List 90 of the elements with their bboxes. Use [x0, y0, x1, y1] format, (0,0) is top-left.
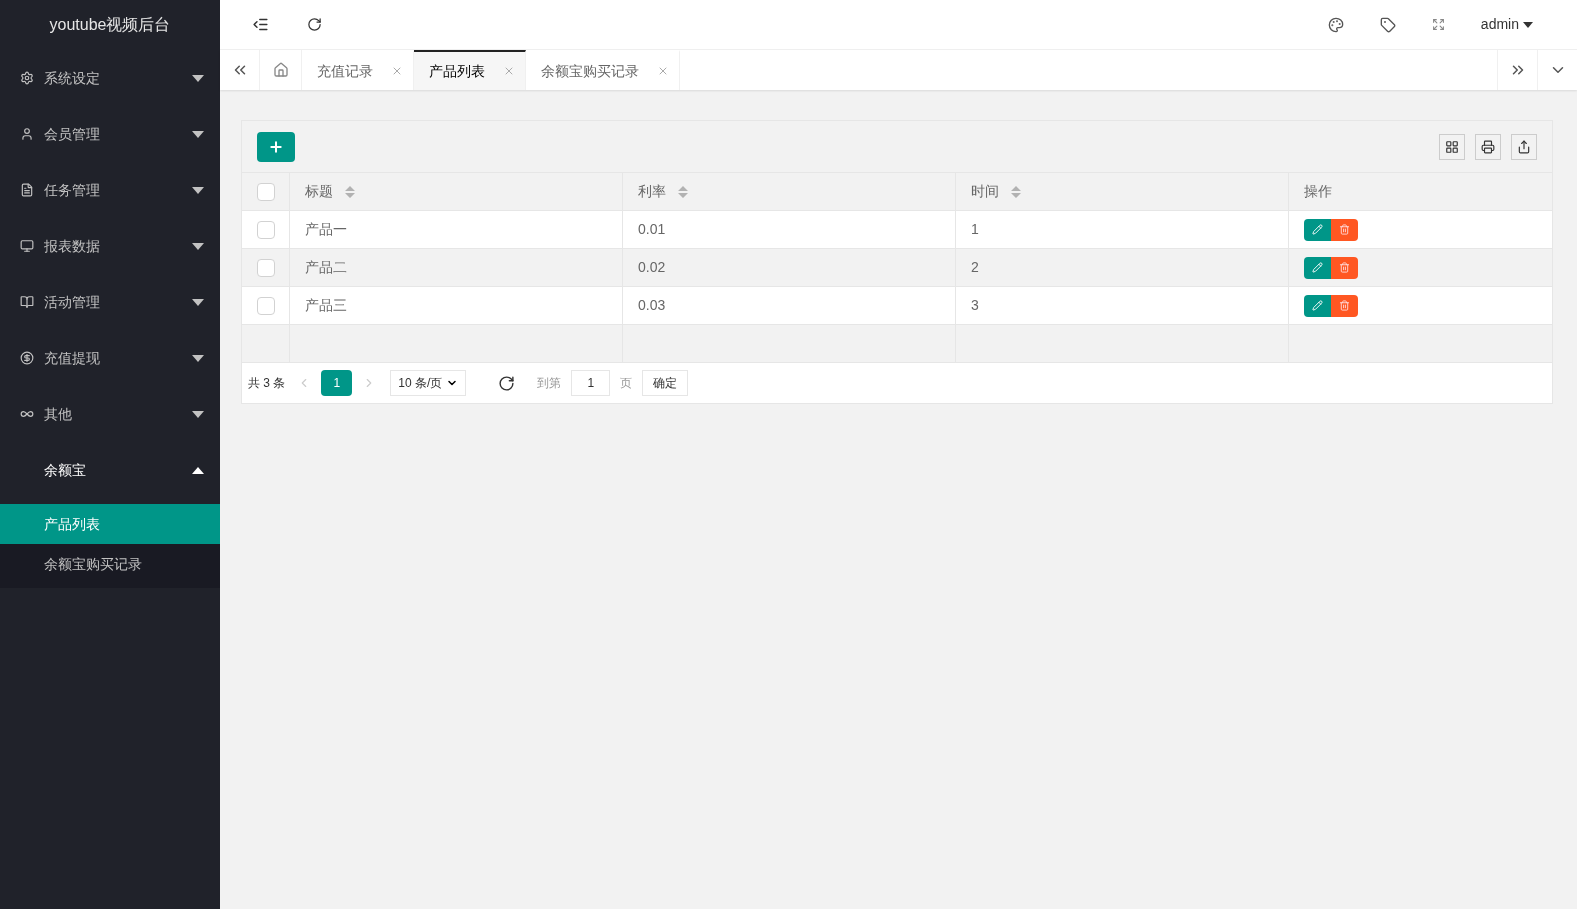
page-button[interactable]: 1 — [321, 370, 353, 396]
fullscreen-icon — [1431, 18, 1445, 31]
column-header[interactable]: 利率 — [623, 173, 956, 211]
menu-icon — [20, 183, 34, 197]
plus-icon — [268, 138, 284, 155]
caret-down-icon — [192, 130, 204, 138]
column-header[interactable]: 标题 — [290, 173, 623, 211]
table-cell: 产品三 — [290, 287, 623, 325]
caret-down-icon — [192, 74, 204, 82]
trash-icon — [1339, 300, 1350, 311]
sidebar-item[interactable]: 报表数据 — [0, 218, 220, 274]
caret-down-icon — [192, 298, 204, 306]
submenu-item[interactable]: 余额宝购买记录 — [0, 544, 220, 584]
page-unit: 页 — [620, 375, 633, 392]
column-header: 操作 — [1289, 173, 1552, 211]
sidebar-item[interactable]: 会员管理 — [0, 106, 220, 162]
sidebar-item[interactable]: 系统设定 — [0, 50, 220, 106]
refresh-icon — [498, 374, 516, 392]
refresh-icon — [307, 17, 322, 32]
menu-icon — [20, 239, 34, 253]
menu-icon — [20, 71, 34, 85]
sidebar-item[interactable]: 其他 — [0, 386, 220, 442]
table-cell: 产品一 — [290, 211, 623, 249]
menu-icon — [20, 351, 34, 365]
delete-button[interactable] — [1331, 256, 1358, 279]
print-button[interactable] — [1475, 133, 1501, 160]
app-title: youtube视频后台 — [49, 15, 171, 35]
table-cell: 0.01 — [623, 211, 956, 249]
edit-button[interactable] — [1304, 256, 1331, 279]
collapse-icon — [252, 16, 269, 33]
add-button[interactable] — [257, 131, 295, 162]
sidebar-item[interactable]: 任务管理 — [0, 162, 220, 218]
table-cell: 0.02 — [623, 249, 956, 287]
column-header[interactable]: 时间 — [956, 173, 1289, 211]
tag-button[interactable] — [1379, 16, 1396, 33]
table-cell: 0.03 — [623, 287, 956, 325]
close-icon[interactable] — [391, 65, 403, 77]
total-count: 共 3 条 — [248, 375, 286, 392]
edit-button[interactable] — [1304, 218, 1331, 241]
page-input[interactable]: 1 — [571, 370, 611, 396]
menu-icon — [20, 295, 34, 309]
caret-down-icon — [192, 242, 204, 250]
checkbox[interactable] — [256, 258, 275, 277]
print-icon — [1481, 139, 1495, 154]
table-cell: 产品二 — [290, 249, 623, 287]
delete-button[interactable] — [1331, 218, 1358, 241]
user-menu[interactable]: admin — [1480, 14, 1533, 35]
caret-down-icon — [192, 354, 204, 362]
trash-icon — [1339, 224, 1350, 235]
tag-icon — [1379, 16, 1396, 33]
sort-icon[interactable] — [345, 184, 355, 199]
export-icon — [1517, 139, 1531, 154]
checkbox[interactable] — [256, 220, 275, 239]
sort-icon[interactable] — [678, 184, 688, 199]
fullscreen-button[interactable] — [1431, 18, 1445, 31]
table-cell: 3 — [956, 287, 1289, 325]
sidebar-item[interactable]: 余额宝 — [0, 442, 220, 498]
caret-up-icon — [192, 466, 204, 474]
caret-down-icon — [192, 410, 204, 418]
home-icon — [272, 62, 289, 78]
confirm-button[interactable]: 确定 — [642, 370, 689, 396]
pencil-icon — [1312, 262, 1323, 273]
pencil-icon — [1312, 224, 1323, 235]
sidebar-item[interactable]: 充值提现 — [0, 330, 220, 386]
table-cell: 2 — [956, 249, 1289, 287]
theme-button[interactable] — [1327, 16, 1344, 33]
refresh-button[interactable] — [498, 374, 516, 392]
sort-icon[interactable] — [1011, 184, 1021, 199]
tab[interactable]: 产品列表 — [414, 50, 526, 90]
close-icon[interactable] — [503, 65, 515, 77]
tab[interactable]: 余额宝购买记录 — [526, 50, 680, 90]
caret-down-icon — [192, 186, 204, 194]
delete-button[interactable] — [1331, 294, 1358, 317]
checkbox[interactable] — [256, 182, 275, 201]
checkbox[interactable] — [256, 296, 275, 315]
columns-button[interactable] — [1439, 133, 1465, 160]
pencil-icon — [1312, 300, 1323, 311]
page-size-select[interactable]: 10 条/页 — [390, 370, 467, 396]
sidebar-item[interactable]: 活动管理 — [0, 274, 220, 330]
caret-down-icon — [1523, 21, 1533, 28]
submenu-item[interactable]: 产品列表 — [0, 504, 220, 544]
menu-icon — [20, 127, 34, 141]
goto-label: 到第 — [537, 375, 562, 392]
edit-button[interactable] — [1304, 294, 1331, 317]
close-icon[interactable] — [657, 65, 669, 77]
palette-icon — [1327, 16, 1344, 33]
trash-icon — [1339, 262, 1350, 273]
export-button[interactable] — [1511, 133, 1537, 160]
table-cell: 1 — [956, 211, 1289, 249]
grid-icon — [1445, 139, 1459, 154]
